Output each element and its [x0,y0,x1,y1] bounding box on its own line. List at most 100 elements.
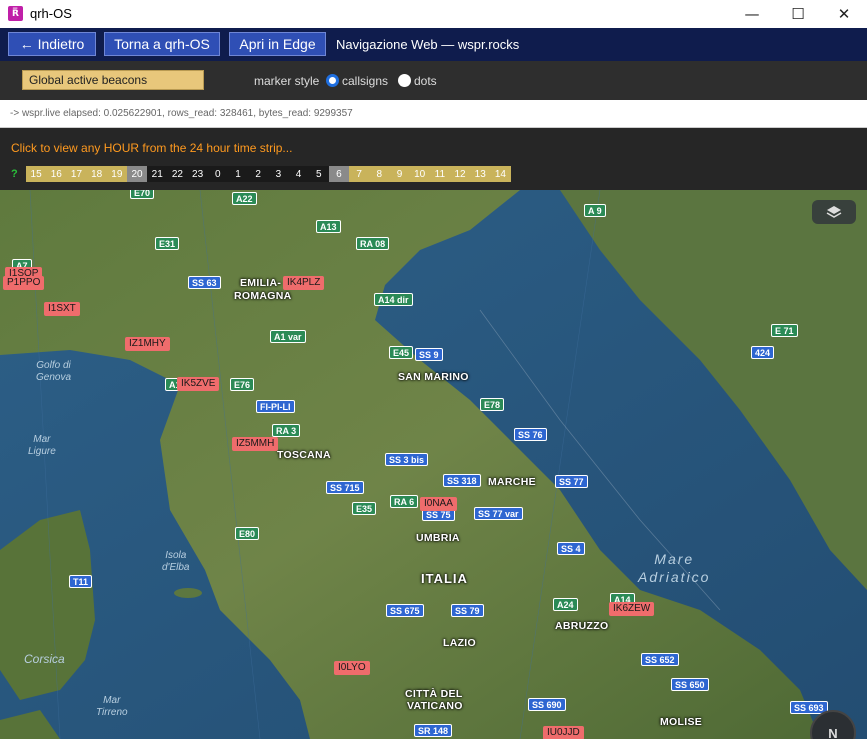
hour-cell[interactable]: 8 [369,166,390,182]
help-icon[interactable]: ? [11,168,18,180]
callsign-marker[interactable]: IK4PLZ [283,276,325,290]
road-shield: FI-PI-LI [256,400,295,413]
radio-callsigns[interactable] [326,74,339,87]
road-shield: SS 318 [443,474,481,487]
title-bar: R̅ qrh-OS — ☐ ✕ [0,0,867,28]
road-shield: SS 4 [557,542,585,555]
callsign-marker[interactable]: IU0JJD [543,726,584,739]
place-label: UMBRIA [416,532,460,544]
hour-cell[interactable]: 4 [288,166,309,182]
maximize-button[interactable]: ☐ [775,0,821,28]
hour-cell[interactable]: 15 [26,166,47,182]
close-button[interactable]: ✕ [821,0,867,28]
callsign-marker[interactable]: P1PPO [3,276,45,290]
place-label: ITALIA [421,571,468,586]
road-shield: E70 [130,190,155,199]
app-window: R̅ qrh-OS — ☐ ✕ ← Indietro Torna a qrh-O… [0,0,867,739]
hour-cell[interactable]: 2 [248,166,269,182]
road-shield: E31 [155,237,180,250]
callsign-marker[interactable]: I0NAA [420,497,457,511]
hour-cell[interactable]: 6 [328,166,349,182]
place-label: ROMAGNA [234,290,292,302]
marker-style-label: marker style [254,74,320,88]
road-shield: 424 [751,346,775,359]
hour-cell[interactable]: 16 [46,166,67,182]
controls-bar: Global active beacons marker style calls… [0,61,867,100]
hour-strip-prompt: Click to view any HOUR from the 24 hour … [11,141,293,155]
road-shield: SS 77 [555,475,588,488]
place-label: LAZIO [443,637,476,649]
hour-cell[interactable]: 9 [389,166,410,182]
place-label: VATICANO [407,700,463,712]
road-shield: SS 690 [528,698,566,711]
road-shield: SS 652 [641,653,679,666]
hour-cell[interactable]: 5 [308,166,329,182]
road-shield: E 71 [771,324,798,337]
hour-cell[interactable]: 0 [207,166,228,182]
hour-cell[interactable]: 14 [490,166,511,182]
hour-cell[interactable]: 7 [349,166,370,182]
road-shield: SS 675 [386,604,424,617]
layers-icon[interactable] [812,200,856,224]
hour-cell[interactable]: 22 [167,166,188,182]
road-shield: SS 3 bis [385,453,429,466]
app-icon: R̅ [8,6,23,21]
nav-label: Navigazione Web — wspr.rocks [336,37,520,52]
sea-label: Golfo di Genova [36,360,72,383]
road-shield: SS 715 [326,481,364,494]
road-shield: E45 [389,346,414,359]
road-shield: E76 [230,378,255,391]
road-shield: E35 [352,502,377,515]
place-label: CITTÀ DEL [405,688,463,700]
callsign-marker[interactable]: IZ1MHY [125,337,170,351]
window-title: qrh-OS [30,6,72,21]
map-terrain [0,190,867,739]
hour-cell[interactable]: 19 [106,166,127,182]
road-shield: A22 [232,192,257,205]
hour-cell[interactable]: 21 [147,166,168,182]
home-button[interactable]: Torna a qrh-OS [104,32,220,56]
hour-cell[interactable]: 3 [268,166,289,182]
road-shield: SS 650 [671,678,709,691]
callsign-marker[interactable]: IZ5MMH [232,437,279,451]
minimize-button[interactable]: — [729,0,775,28]
radio-dots[interactable] [398,74,411,87]
sea-label: Mare Adriatico [638,551,711,585]
road-shield: RA 08 [356,237,390,250]
callsign-marker[interactable]: I1SXT [44,302,80,316]
road-shield: SS 63 [188,276,221,289]
road-shield: SS 77 var [474,507,523,520]
open-in-edge-button[interactable]: Apri in Edge [229,32,326,56]
hour-cell[interactable]: 23 [187,166,208,182]
hour-cell[interactable]: 1 [227,166,249,182]
hour-cell[interactable]: 12 [449,166,471,182]
place-label: MARCHE [488,476,536,488]
hour-cell[interactable]: 20 [126,166,148,182]
road-shield: SS 76 [514,428,547,441]
map-view[interactable]: EMILIA- ROMAGNA SAN MARINO TOSCANA MARCH… [0,190,867,739]
hour-cell[interactable]: 10 [409,166,430,182]
callsign-marker[interactable]: IK5ZVE [177,377,220,391]
road-shield: A13 [316,220,341,233]
road-shield: SS 9 [415,348,443,361]
radio-callsigns-label[interactable]: callsigns [342,74,388,88]
place-label: SAN MARINO [398,371,469,383]
hour-cell[interactable]: 11 [429,166,450,182]
query-status-bar: -> wspr.live elapsed: 0.025622901, rows_… [0,100,867,128]
beacons-selector[interactable]: Global active beacons [22,70,204,90]
hour-cell[interactable]: 13 [470,166,491,182]
hour-cell[interactable]: 17 [66,166,87,182]
back-button[interactable]: ← Indietro [8,32,96,56]
sea-label: Corsica [24,652,65,666]
hour-cell[interactable]: 18 [86,166,107,182]
road-shield: RA 3 [272,424,301,437]
sea-label: Mar Ligure [28,434,56,457]
callsign-marker[interactable]: I0LYO [334,661,370,675]
callsign-marker[interactable]: IK6ZEW [609,602,655,616]
place-label: ABRUZZO [555,620,609,632]
nav-toolbar: ← Indietro Torna a qrh-OS Apri in Edge N… [0,28,867,61]
road-shield: SS 79 [451,604,484,617]
radio-dots-label[interactable]: dots [414,74,437,88]
query-status-text: -> wspr.live elapsed: 0.025622901, rows_… [10,108,353,119]
place-label: TOSCANA [277,449,331,461]
